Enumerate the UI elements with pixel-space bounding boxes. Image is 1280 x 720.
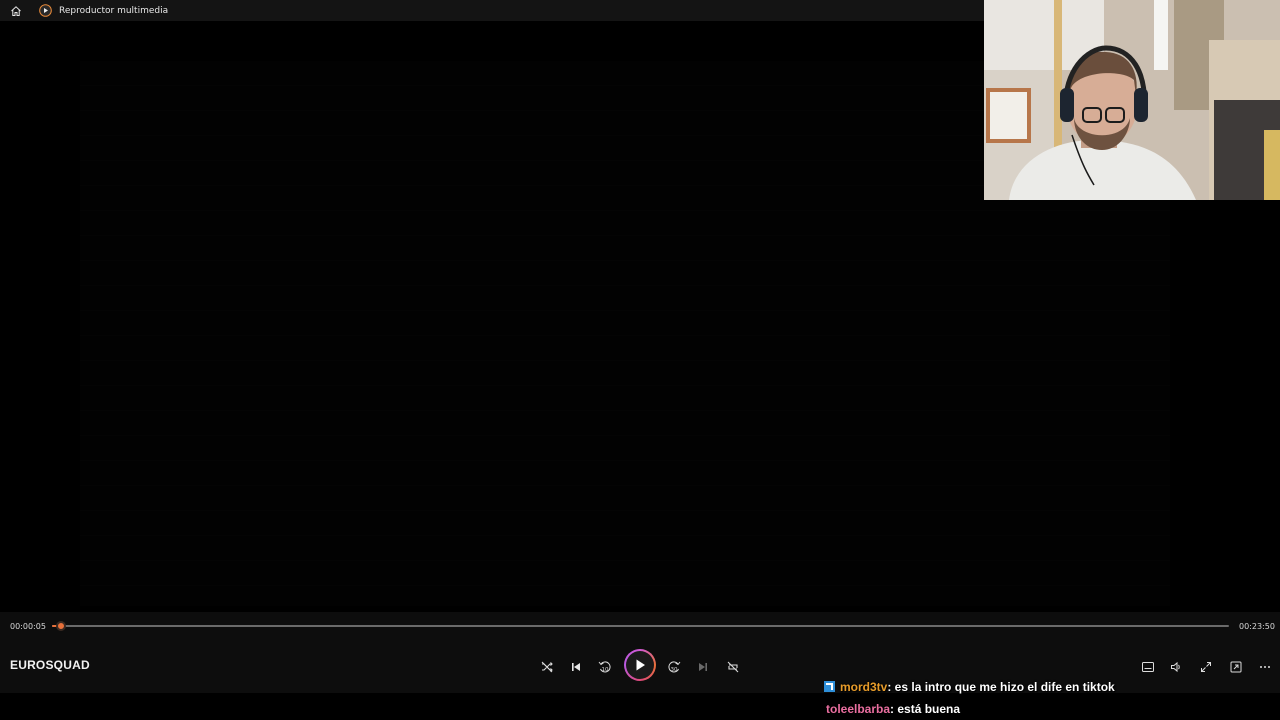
app-title: Reproductor multimedia (59, 5, 169, 16)
play-button[interactable] (624, 649, 656, 681)
media-player-app-icon (38, 4, 52, 18)
total-time: 00:23:50 (1239, 622, 1275, 631)
chat-username: mord3tv (840, 680, 888, 694)
forward-label: 30 (671, 667, 678, 673)
chat-badge-icon (824, 681, 835, 692)
next-icon[interactable] (692, 656, 714, 678)
webcam-overlay (984, 0, 1280, 200)
forward-30-icon[interactable]: 30 (663, 656, 685, 678)
miniplayer-icon[interactable] (1225, 656, 1247, 678)
more-icon[interactable] (1254, 656, 1276, 678)
rewind-label: 10 (602, 667, 609, 673)
shuffle-icon[interactable] (536, 656, 558, 678)
chat-message: toleelbarba: está buena (824, 702, 960, 716)
home-icon[interactable] (6, 1, 26, 21)
chat-text: : está buena (890, 702, 961, 716)
previous-icon[interactable] (565, 656, 587, 678)
volume-icon[interactable] (1165, 656, 1187, 678)
media-title: EUROSQUAD (10, 658, 90, 672)
play-icon (636, 659, 645, 671)
chat-text: : es la intro que me hizo el dife en tik… (887, 680, 1115, 694)
seek-bar[interactable] (52, 621, 1229, 631)
chat-message: mord3tv: es la intro que me hizo el dife… (824, 680, 1115, 694)
rewind-10-icon[interactable]: 10 (594, 656, 616, 678)
subtitles-icon[interactable] (1137, 656, 1159, 678)
current-time: 00:00:05 (10, 622, 46, 631)
chat-username: toleelbarba (826, 702, 891, 716)
seek-thumb[interactable] (56, 621, 66, 631)
fullscreen-icon[interactable] (1195, 656, 1217, 678)
repeat-off-icon[interactable] (722, 656, 744, 678)
